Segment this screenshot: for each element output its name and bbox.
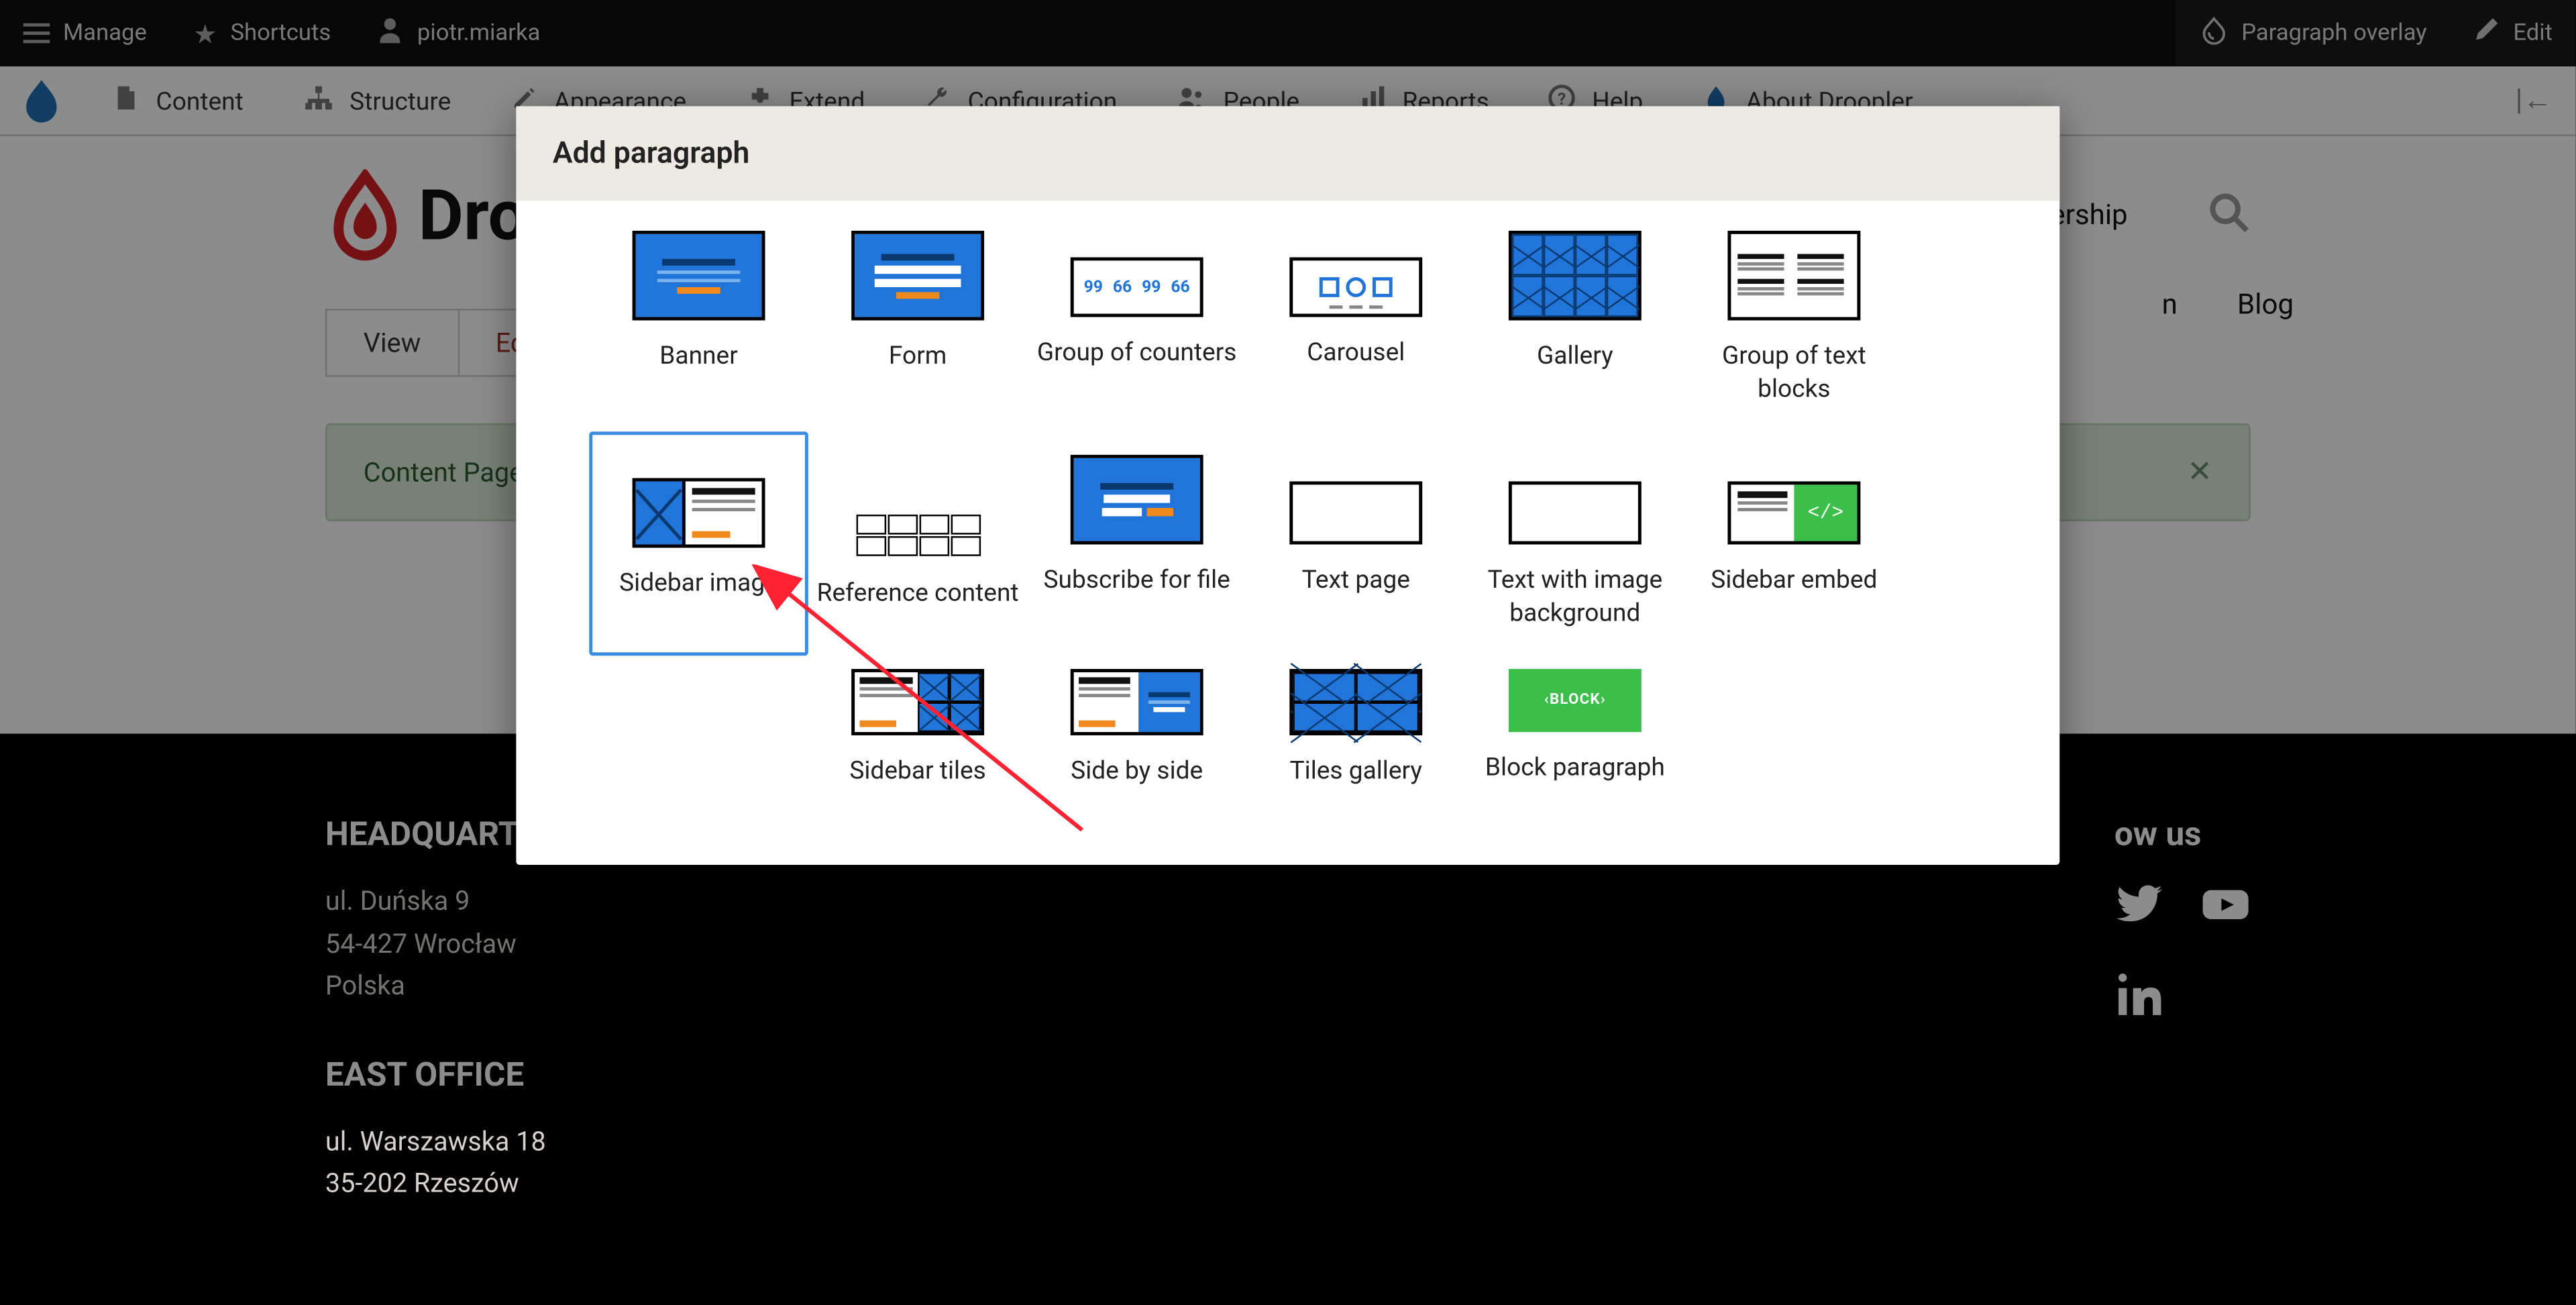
modal-body: Banner Form 99669966 Group of counters C… [516, 201, 2059, 864]
paragraph-subscribe-file[interactable]: Subscribe for file [1027, 441, 1246, 656]
east-addr2: 35-202 Rzeszów [325, 1163, 559, 1205]
paragraph-banner[interactable]: Banner [589, 217, 808, 431]
east-addr1: ul. Warszawska 18 [325, 1120, 559, 1162]
paragraph-tiles-gallery[interactable]: Tiles gallery [1246, 656, 1466, 814]
paragraph-form[interactable]: Form [808, 217, 1028, 431]
add-paragraph-modal: Add paragraph Banner Form 99669966 Group… [516, 106, 2059, 864]
paragraph-reference-content[interactable]: Reference content [808, 498, 1028, 656]
paragraph-gallery[interactable]: Gallery [1466, 217, 1685, 431]
paragraph-group-counters[interactable]: 99669966 Group of counters [1027, 244, 1246, 432]
paragraph-text-image-bg[interactable]: Text with image background [1466, 468, 1685, 656]
paragraph-group-text-blocks[interactable]: Group of text blocks [1684, 217, 1904, 431]
paragraph-carousel[interactable]: Carousel [1246, 244, 1466, 432]
modal-title: Add paragraph [516, 106, 2059, 201]
paragraph-sidebar-image[interactable]: Sidebar image [589, 431, 808, 656]
paragraph-text-page[interactable]: Text page [1246, 468, 1466, 656]
paragraph-side-by-side[interactable]: Side by side [1027, 656, 1246, 814]
paragraph-sidebar-embed[interactable]: </> Sidebar embed [1684, 468, 1904, 656]
paragraph-block[interactable]: ‹ BLOCK › Block paragraph [1466, 656, 1685, 814]
paragraph-sidebar-tiles[interactable]: Sidebar tiles [808, 656, 1028, 814]
